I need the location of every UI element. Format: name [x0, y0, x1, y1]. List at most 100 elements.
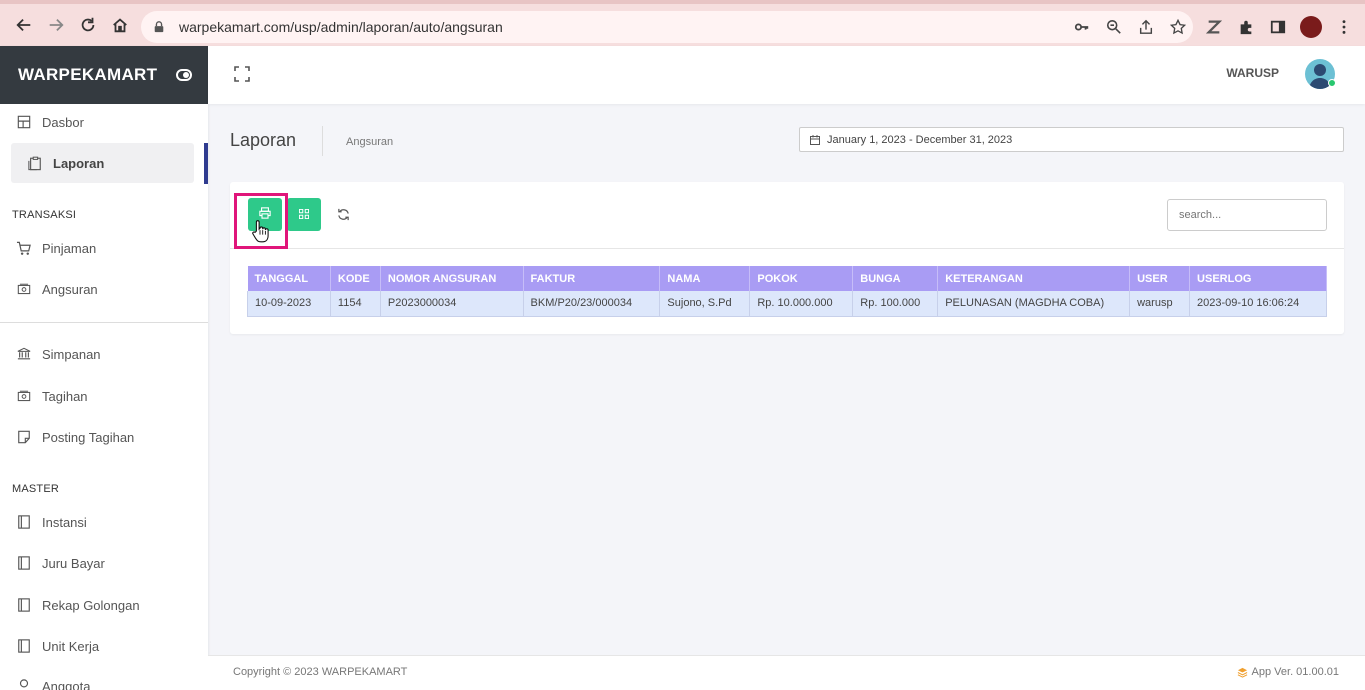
toolbar-divider: [230, 248, 1344, 249]
sidebar-item-rekap-golongan[interactable]: Rekap Golongan: [0, 585, 208, 625]
book-icon: [16, 555, 32, 571]
active-indicator: [204, 143, 208, 184]
bank-icon: [16, 346, 32, 362]
sidebar-item-juru-bayar[interactable]: Juru Bayar: [0, 543, 208, 583]
column-header[interactable]: KETERANGAN: [937, 266, 1131, 291]
note-icon: [16, 429, 32, 445]
column-header[interactable]: TANGGAL: [247, 266, 331, 291]
sidebar-divider: [0, 322, 208, 323]
cell-faktur: BKM/P20/23/000034: [523, 291, 661, 317]
lock-icon[interactable]: [153, 20, 167, 34]
date-range-picker[interactable]: January 1, 2023 - December 31, 2023: [799, 127, 1344, 152]
column-header[interactable]: USERLOG: [1189, 266, 1327, 291]
copyright-text: Copyright © 2023 WARPEKAMART: [233, 666, 408, 678]
cell-nomor-angsuran: P2023000034: [380, 291, 524, 317]
fullscreen-icon[interactable]: [233, 65, 251, 83]
money-icon: [16, 281, 32, 297]
column-header[interactable]: USER: [1129, 266, 1191, 291]
book-icon: [16, 514, 32, 530]
star-icon[interactable]: [1169, 18, 1187, 36]
report-table: TANGGAL KODE NOMOR ANGSURAN FAKTUR NAMA …: [247, 266, 1327, 317]
table-row[interactable]: 10-09-2023 1154 P2023000034 BKM/P20/23/0…: [247, 291, 1327, 317]
calendar-icon: [810, 134, 820, 145]
cell-kode: 1154: [330, 291, 381, 317]
extensions-icon[interactable]: [1236, 17, 1256, 37]
cell-userlog: 2023-09-10 16:06:24: [1189, 291, 1327, 317]
omnibox-actions: [1073, 11, 1187, 43]
cell-bunga: Rp. 100.000: [852, 291, 939, 317]
sidepanel-icon[interactable]: [1268, 17, 1288, 37]
book-icon: [16, 597, 32, 613]
sidebar-item-anggota[interactable]: Anggota: [0, 666, 208, 690]
menu-dots-icon[interactable]: [1334, 17, 1354, 37]
online-status-dot: [1328, 79, 1336, 87]
report-icon: [27, 155, 43, 171]
reload-icon[interactable]: [72, 9, 104, 41]
column-header[interactable]: BUNGA: [852, 266, 939, 291]
address-bar[interactable]: warpekamart.com/usp/admin/laporan/auto/a…: [141, 11, 1193, 43]
book-icon: [16, 638, 32, 654]
sidebar-item-label: Dasbor: [42, 114, 84, 130]
cart-icon: [16, 240, 32, 256]
sidebar-item-unit-kerja[interactable]: Unit Kerja: [0, 626, 208, 666]
zoom-icon[interactable]: [1105, 18, 1123, 36]
share-icon[interactable]: [1137, 18, 1155, 36]
column-header[interactable]: NAMA: [659, 266, 751, 291]
brand-title: WARPEKAMART: [18, 65, 158, 84]
section-transaksi: TRANSAKSI: [12, 209, 77, 221]
url-text: warpekamart.com/usp/admin/laporan/auto/a…: [179, 19, 503, 35]
top-header: WARUSP: [208, 46, 1365, 104]
sidebar-item-label: Juru Bayar: [42, 555, 105, 571]
sidebar-toggle-icon[interactable]: [176, 69, 192, 81]
sidebar-item-posting-tagihan[interactable]: Posting Tagihan: [0, 417, 208, 457]
table-header-row: TANGGAL KODE NOMOR ANGSURAN FAKTUR NAMA …: [247, 266, 1327, 291]
sidebar-item-label: Pinjaman: [42, 240, 97, 256]
user-icon: [16, 678, 32, 690]
forward-icon[interactable]: [40, 9, 72, 41]
sidebar-item-label: Laporan: [53, 155, 105, 171]
app-version-text: App Ver. 01.00.01: [1251, 666, 1339, 678]
sidebar-item-label: Rekap Golongan: [42, 597, 140, 613]
sidebar-item-instansi[interactable]: Instansi: [0, 502, 208, 542]
sidebar-item-label: Anggota: [42, 678, 91, 690]
brand-bar: WARPEKAMART: [0, 46, 208, 104]
sidebar-item-angsuran[interactable]: Angsuran: [0, 269, 208, 309]
footer: Copyright © 2023 WARPEKAMART App Ver. 01…: [208, 655, 1365, 690]
layers-icon: [1237, 667, 1248, 678]
search-input[interactable]: [1167, 199, 1327, 231]
page-title: Laporan: [230, 130, 297, 150]
username[interactable]: WARUSP: [1226, 66, 1279, 80]
sidebar-item-simpanan[interactable]: Simpanan: [0, 334, 208, 374]
browser-chrome: warpekamart.com/usp/admin/laporan/auto/a…: [0, 0, 1365, 46]
sidebar-item-label: Angsuran: [42, 281, 98, 297]
zotero-icon[interactable]: [1204, 17, 1224, 37]
grid-view-button[interactable]: [287, 198, 321, 231]
key-icon[interactable]: [1073, 18, 1091, 36]
money-icon: [16, 388, 32, 404]
date-range-value: January 1, 2023 - December 31, 2023: [827, 133, 1013, 146]
cell-tanggal: 10-09-2023: [247, 291, 331, 317]
cell-keterangan: PELUNASAN (MAGDHA COBA): [937, 291, 1131, 317]
hand-cursor-icon: [251, 219, 271, 245]
section-master: MASTER: [12, 483, 60, 495]
dashboard-icon: [16, 114, 32, 130]
sidebar-item-pinjaman[interactable]: Pinjaman: [0, 228, 208, 268]
grid-icon: [298, 206, 310, 224]
home-icon[interactable]: [104, 9, 136, 41]
column-header[interactable]: KODE: [330, 266, 381, 291]
cell-user: warusp: [1129, 291, 1191, 317]
title-separator: [322, 126, 323, 156]
sidebar-item-dasbor[interactable]: Dasbor: [0, 102, 208, 142]
column-header[interactable]: POKOK: [749, 266, 854, 291]
cell-pokok: Rp. 10.000.000: [749, 291, 854, 317]
column-header[interactable]: FAKTUR: [523, 266, 661, 291]
refresh-icon[interactable]: [336, 206, 350, 222]
column-header[interactable]: NOMOR ANGSURAN: [380, 266, 524, 291]
sidebar-item-tagihan[interactable]: Tagihan: [0, 376, 208, 416]
breadcrumb: Angsuran: [346, 136, 394, 148]
sidebar-item-label: Instansi: [42, 514, 87, 530]
profile-avatar[interactable]: [1300, 16, 1322, 38]
back-icon[interactable]: [8, 9, 40, 41]
cell-nama: Sujono, S.Pd: [659, 291, 751, 317]
sidebar-item-laporan[interactable]: Laporan: [11, 143, 194, 183]
